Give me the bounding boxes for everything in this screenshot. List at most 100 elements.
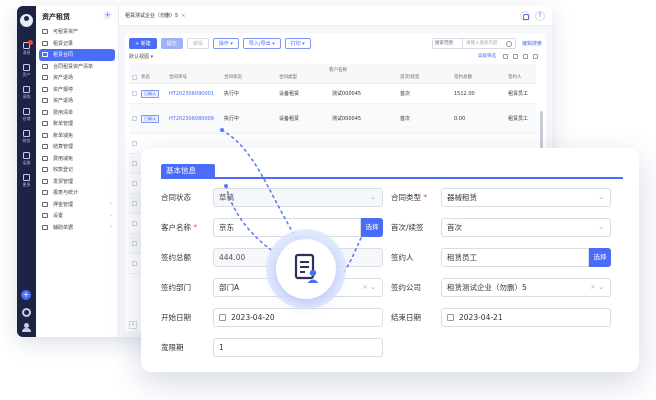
add-app-button[interactable]: +: [21, 290, 31, 300]
operate-dropdown[interactable]: 操作 ▾: [212, 37, 239, 49]
row-checkbox[interactable]: [132, 141, 137, 146]
view-select[interactable]: 默认视图 ▾: [129, 54, 153, 60]
grace-period-input[interactable]: 1: [213, 338, 383, 357]
user-icon[interactable]: [22, 323, 31, 332]
new-button[interactable]: + 新建: [129, 37, 157, 49]
contract-type-select[interactable]: 器械租赁 ⌄: [441, 188, 611, 207]
sidebar-item[interactable]: 费用减免: [36, 153, 118, 165]
columns-icon[interactable]: [523, 54, 528, 59]
settings-icon[interactable]: [503, 54, 508, 59]
renewal-select[interactable]: 首次 ⌄: [441, 218, 611, 237]
column-header[interactable]: 状态: [141, 74, 169, 80]
edit-button[interactable]: 编辑: [186, 37, 209, 49]
column-header[interactable]: 合同状态: [224, 74, 279, 80]
print-dropdown[interactable]: 打印 ▾: [284, 37, 311, 49]
avatar[interactable]: [20, 14, 33, 27]
end-date-picker[interactable]: 2023-04-21: [441, 308, 611, 327]
rail-item-message[interactable]: 消息: [17, 40, 36, 55]
sidebar-group[interactable]: 辅助单据 ›: [36, 222, 118, 234]
warehouse-icon: [23, 108, 30, 115]
row-checkbox[interactable]: [132, 241, 137, 246]
add-icon[interactable]: +: [103, 11, 112, 20]
clear-icon[interactable]: ×: [362, 279, 368, 296]
sidebar-item[interactable]: 收款登记: [36, 164, 118, 176]
row-checkbox[interactable]: [132, 161, 137, 166]
document-user-icon: [294, 253, 319, 283]
contract-icon-halo: [266, 229, 346, 309]
sidebar-item[interactable]: 报表与统计: [36, 187, 118, 199]
scroll-left-button[interactable]: ‹: [129, 321, 137, 329]
search-input[interactable]: 请输入搜索内容: [461, 37, 516, 49]
gear-icon[interactable]: [22, 308, 31, 317]
sidebar-item[interactable]: 合同租赁资产清单: [36, 61, 118, 73]
column-header[interactable]: 合同类型: [279, 74, 332, 80]
field-label: 开始日期: [161, 313, 191, 322]
search-scope-select[interactable]: 搜索范围: [431, 37, 462, 49]
sidebar-item[interactable]: 资产报停: [36, 84, 118, 96]
close-icon[interactable]: ×: [181, 13, 185, 19]
rail-item-finance[interactable]: 财务: [17, 130, 36, 143]
sidebar-group[interactable]: 设置 ›: [36, 210, 118, 222]
row-checkbox[interactable]: [132, 91, 137, 96]
notification-badge: [28, 40, 33, 45]
monitor-icon: [42, 63, 48, 69]
sidebar-group[interactable]: 押金管理 ›: [36, 199, 118, 211]
column-header[interactable]: 签约总额: [454, 74, 508, 80]
sidebar-item[interactable]: 费用清单: [36, 107, 118, 119]
sidebar-item[interactable]: 可租赁资产: [36, 26, 118, 38]
rail-item-more[interactable]: 更多: [17, 174, 36, 187]
column-header[interactable]: 签约人: [508, 74, 536, 80]
chevron-right-icon: ›: [110, 201, 112, 208]
rail-item-purchase[interactable]: 采购: [17, 86, 36, 99]
refresh-icon[interactable]: [513, 54, 518, 59]
clear-icon[interactable]: ×: [590, 279, 596, 296]
table-row[interactable]: 已确认 HT202306090001 执行中 设备租赁 测试000045 首次 …: [129, 84, 536, 104]
sidebar-item[interactable]: 账单管理: [36, 118, 118, 130]
rail-item-warehouse[interactable]: 仓储: [17, 108, 36, 121]
table-cell: 首次: [400, 116, 411, 122]
contract-number-link[interactable]: HT202306090001: [169, 91, 224, 97]
help-icon[interactable]: [535, 11, 545, 21]
sidebar-item-active[interactable]: 租赁合同: [39, 49, 115, 61]
sidebar-item[interactable]: 资产退场: [36, 72, 118, 84]
customer-select-button[interactable]: 选择: [361, 218, 383, 237]
column-header[interactable]: 合同单号: [169, 74, 224, 80]
rail-item-maintenance[interactable]: 运维: [17, 152, 36, 165]
signer-input[interactable]: 租赁员工: [441, 248, 589, 267]
monitor-icon: [42, 178, 48, 184]
sidebar-item[interactable]: 账单减免: [36, 130, 118, 142]
basic-info-card: 基本信息 合同状态 草稿 ⌄ 合同类型 * 器械租赁 ⌄ 客户名称 * 京东 选…: [141, 148, 639, 372]
folder-icon: [42, 213, 48, 219]
sidebar-item[interactable]: 发票管理: [36, 176, 118, 188]
sidebar-item[interactable]: 租赁记录: [36, 38, 118, 50]
row-checkbox[interactable]: [132, 201, 137, 206]
rail-item-asset[interactable]: 资产: [17, 64, 36, 77]
row-checkbox[interactable]: [132, 116, 137, 121]
table-row[interactable]: 已确认 HT202306080009 执行中 设备租赁 测试000045 首次 …: [129, 104, 536, 134]
monitor-icon: [42, 155, 48, 161]
status-badge: 已确认: [141, 89, 159, 98]
row-checkbox[interactable]: [132, 181, 137, 186]
row-checkbox[interactable]: [132, 261, 137, 266]
calendar-icon: [447, 314, 454, 321]
advanced-filter-link[interactable]: 高级筛选: [478, 53, 496, 59]
company-select[interactable]: 租赁测试企业（勿删）5 × ⌄: [441, 278, 611, 297]
submit-button[interactable]: 提交: [160, 37, 183, 49]
company-tab[interactable]: 租赁测试企业（勿删）5: [125, 12, 178, 19]
row-checkbox[interactable]: [132, 221, 137, 226]
fullscreen-icon[interactable]: [533, 54, 538, 59]
edit-search-link[interactable]: 编辑搜索: [522, 40, 542, 47]
signer-select-button[interactable]: 选择: [589, 248, 611, 267]
asset-icon: [23, 64, 30, 71]
start-date-picker[interactable]: 2023-04-20: [213, 308, 383, 327]
field-label: 签约公司: [391, 283, 421, 292]
sidebar-item[interactable]: 资产退场: [36, 95, 118, 107]
maintenance-icon: [23, 152, 30, 159]
sidebar-item[interactable]: 结算管理: [36, 141, 118, 153]
column-header[interactable]: 首次/续签: [400, 74, 454, 80]
more-icon: [23, 174, 30, 181]
import-export-dropdown[interactable]: 导入/导出 ▾: [242, 37, 281, 49]
contract-number-link[interactable]: HT202306080009: [169, 116, 224, 122]
select-all-checkbox[interactable]: [132, 75, 137, 80]
bell-icon[interactable]: [520, 11, 530, 21]
